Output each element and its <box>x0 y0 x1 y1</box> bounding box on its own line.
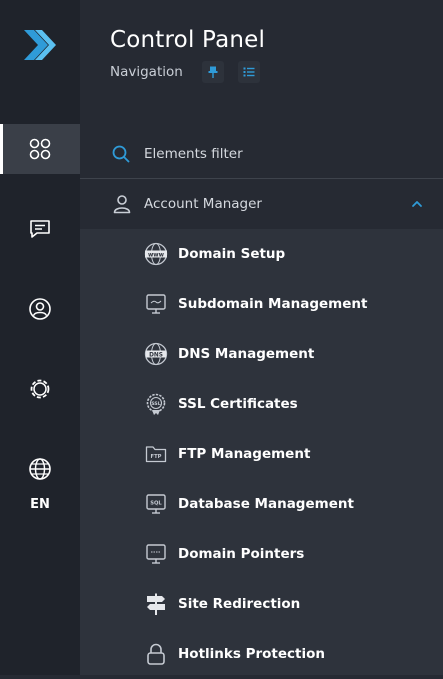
list-icon <box>243 67 255 77</box>
rail-messages-button[interactable] <box>0 204 80 254</box>
rail-language-button[interactable] <box>0 444 80 494</box>
svg-text:SSL: SSL <box>151 401 160 407</box>
menu-item-domain-setup[interactable]: www Domain Setup <box>80 229 443 279</box>
elements-filter[interactable]: Elements filter <box>80 130 443 179</box>
menu-item-dns-management[interactable]: DNS DNS Management <box>80 329 443 379</box>
rail-account-button[interactable] <box>0 284 80 334</box>
logo-icon <box>24 30 56 60</box>
dns-icon: DNS <box>144 342 168 366</box>
signpost-icon <box>144 592 168 616</box>
menu-item-label: Domain Setup <box>178 246 286 262</box>
pin-icon <box>208 66 218 78</box>
chat-icon <box>30 220 50 238</box>
user-circle-icon <box>29 298 51 320</box>
chevron-up-icon[interactable] <box>411 199 423 209</box>
menu-item-ssl-certificates[interactable]: SSL SSL Certificates <box>80 379 443 429</box>
side-rail: EN <box>0 0 80 675</box>
menu-item-label: Database Management <box>178 496 354 512</box>
menu-item-hotlinks-protection[interactable]: Hotlinks Protection <box>80 629 443 679</box>
menu-item-domain-pointers[interactable]: Domain Pointers <box>80 529 443 579</box>
account-manager-group[interactable]: Account Manager <box>80 179 443 229</box>
rail-settings-button[interactable] <box>0 364 80 414</box>
menu-item-label: FTP Management <box>178 446 311 462</box>
filter-label: Elements filter <box>144 146 243 162</box>
menu-item-site-redirection[interactable]: Site Redirection <box>80 579 443 629</box>
www-icon: www <box>144 242 168 266</box>
svg-text:DNS: DNS <box>149 352 163 358</box>
svg-text:www: www <box>148 252 165 258</box>
sql-monitor-icon: SQL <box>144 492 168 516</box>
svg-text:SQL: SQL <box>150 500 162 506</box>
pin-button[interactable] <box>202 61 224 83</box>
menu-item-label: Site Redirection <box>178 596 301 612</box>
menu-item-subdomain-management[interactable]: Subdomain Management <box>80 279 443 329</box>
menu-item-ftp-management[interactable]: FTP FTP Management <box>80 429 443 479</box>
menu-item-label: Hotlinks Protection <box>178 646 326 662</box>
ssl-badge-icon: SSL <box>144 392 168 416</box>
submenu: www Domain Setup Subdomain Management DN… <box>80 229 443 675</box>
menu-item-label: DNS Management <box>178 346 315 362</box>
lock-icon <box>144 642 168 666</box>
globe-icon <box>29 458 51 480</box>
search-icon <box>112 145 130 163</box>
group-label: Account Manager <box>144 196 262 212</box>
page-title: Control Panel <box>110 27 266 53</box>
list-view-button[interactable] <box>238 61 260 83</box>
grid-circles-icon <box>29 138 51 160</box>
svg-text:FTP: FTP <box>151 454 162 460</box>
ftp-folder-icon: FTP <box>144 442 168 466</box>
menu-item-label: Domain Pointers <box>178 546 305 562</box>
rail-dashboard-button[interactable] <box>0 124 80 174</box>
page-subtitle: Navigation <box>110 64 183 80</box>
menu-item-label: Subdomain Management <box>178 296 368 312</box>
menu-item-database-management[interactable]: SQL Database Management <box>80 479 443 529</box>
gear-icon <box>30 379 50 399</box>
user-icon <box>113 195 131 214</box>
pointer-monitor-icon <box>144 542 168 566</box>
menu-item-label: SSL Certificates <box>178 396 298 412</box>
monitor-icon <box>144 292 168 316</box>
language-code[interactable]: EN <box>0 497 80 512</box>
